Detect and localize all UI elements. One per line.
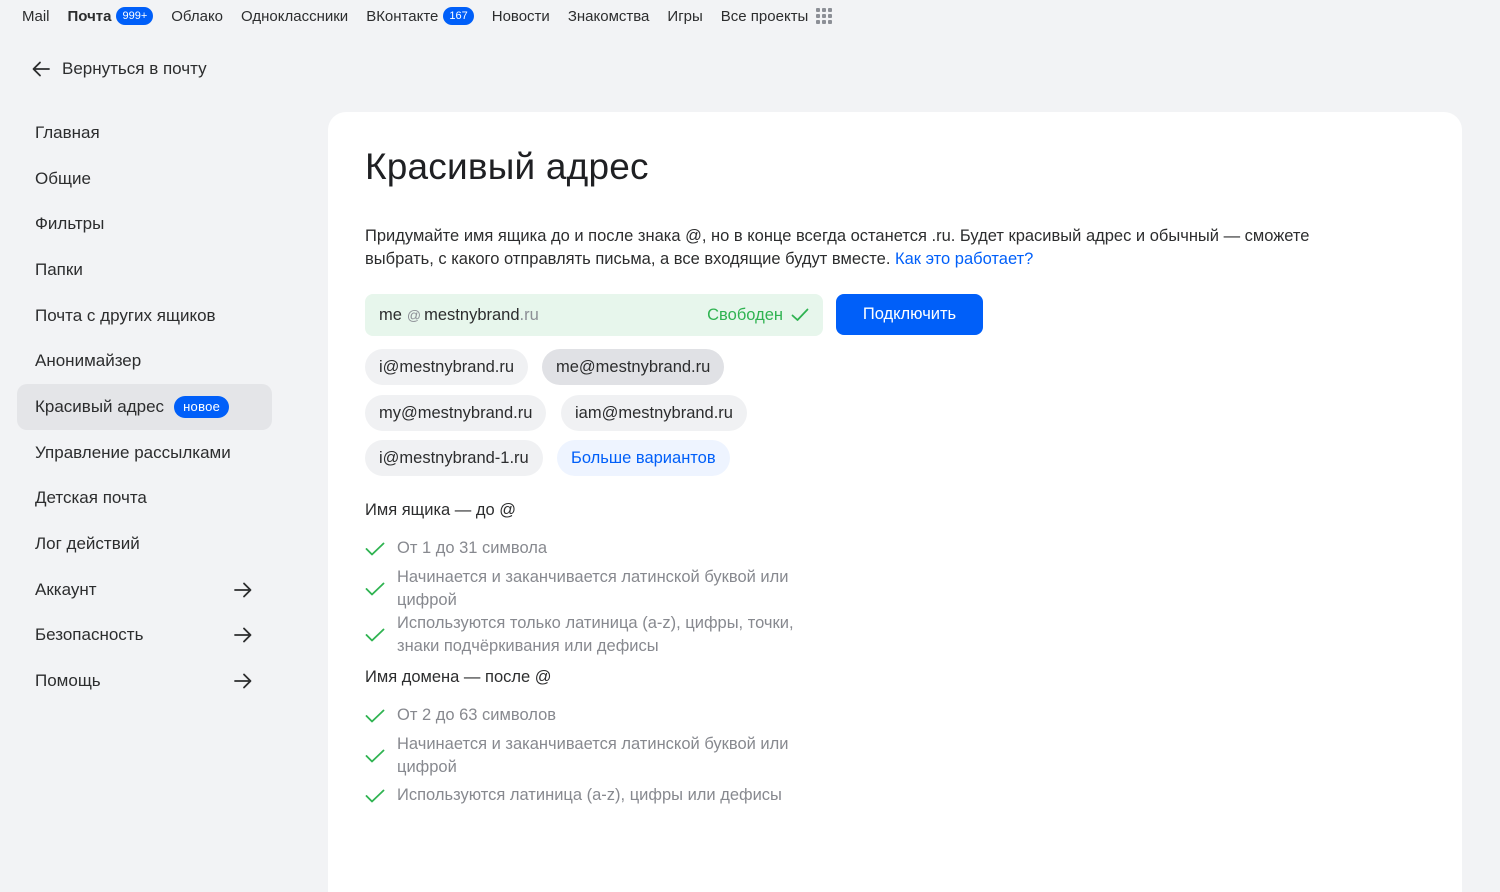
sidebar-item-label: Почта с других ящиков: [35, 305, 216, 325]
sidebar-item-label: Управление рассылками: [35, 442, 231, 462]
more-options-button[interactable]: Больше вариантов: [557, 440, 730, 476]
rule-item: От 1 до 31 символа: [365, 537, 835, 560]
sidebar-item-other-mailboxes[interactable]: Почта с других ящиков: [17, 293, 272, 339]
at-sign: @: [406, 307, 422, 323]
rule-text: Используются латиница (a-z), цифры или д…: [397, 786, 782, 804]
check-icon: [365, 709, 387, 723]
domain-rules-title: Имя домена — после @: [365, 668, 552, 686]
check-icon: [365, 582, 387, 596]
suggestion-chip[interactable]: iam@mestnybrand.ru: [561, 395, 747, 431]
sidebar-item-folders[interactable]: Папки: [17, 247, 272, 293]
sidebar-item-label: Аккаунт: [35, 579, 97, 599]
arrow-left-icon: [32, 61, 50, 77]
mailbox-rules-title: Имя ящика — до @: [365, 501, 517, 519]
check-icon: [365, 542, 387, 556]
check-icon: [365, 628, 387, 642]
sidebar-item-help[interactable]: Помощь: [17, 658, 272, 704]
sidebar-item-beautiful-address[interactable]: Красивый адрес новое: [17, 384, 272, 430]
portal-item-label: ВКонтакте: [366, 7, 439, 25]
portal-mail-logo[interactable]: Mail: [22, 8, 50, 25]
sidebar-item-label: Красивый адрес: [35, 396, 165, 416]
arrow-right-icon: [234, 582, 252, 598]
sidebar-item-subscriptions[interactable]: Управление рассылками: [17, 430, 272, 476]
vk-count-badge: 167: [443, 7, 474, 25]
suggestion-chip[interactable]: my@mestnybrand.ru: [365, 395, 547, 431]
domain-name-value[interactable]: mestnybrand: [424, 306, 519, 325]
portal-item-label: Одноклассники: [241, 7, 349, 25]
sidebar-item-filters[interactable]: Фильтры: [17, 201, 272, 247]
back-to-mail-link[interactable]: Вернуться в почту: [32, 56, 207, 82]
portal-item-label: Все проекты: [720, 7, 809, 25]
portal-item-label: Новости: [491, 7, 550, 25]
suggestion-chip-selected[interactable]: me@mestnybrand.ru: [542, 349, 725, 385]
suggestion-chip[interactable]: i@mestnybrand.ru: [365, 349, 529, 385]
portal-item-label: Знакомства: [567, 7, 650, 25]
rule-item: Начинается и заканчивается латинской бук…: [365, 733, 835, 779]
settings-sidebar: Главная Общие Фильтры Папки Почта с друг…: [17, 110, 272, 704]
sidebar-item-activity-log[interactable]: Лог действий: [17, 521, 272, 567]
rule-text: Используются только латиница (a-z), цифр…: [397, 614, 794, 655]
page-title: Красивый адрес: [365, 146, 649, 187]
sidebar-item-kids-mail[interactable]: Детская почта: [17, 476, 272, 522]
portal-item-games[interactable]: Игры: [667, 8, 702, 25]
back-link-label: Вернуться в почту: [62, 59, 207, 78]
portal-item-label: Почта: [67, 7, 112, 25]
sidebar-item-account[interactable]: Аккаунт: [17, 567, 272, 613]
sidebar-item-label: Детская почта: [35, 488, 147, 508]
sidebar-item-label: Помощь: [35, 671, 101, 691]
sidebar-item-label: Общие: [35, 168, 91, 188]
check-icon: [791, 308, 809, 321]
portal-item-label: Игры: [667, 7, 703, 25]
arrow-right-icon: [234, 673, 252, 689]
connect-button[interactable]: Подключить: [836, 294, 983, 335]
portal-item-vk[interactable]: ВКонтакте 167: [366, 7, 474, 25]
check-icon: [365, 749, 387, 763]
unread-count-badge: 999+: [116, 7, 154, 25]
rule-item: Начинается и заканчивается латинской бук…: [365, 566, 835, 612]
domain-tld: .ru: [519, 305, 539, 324]
portal-nav: Mail Почта 999+ Облако Одноклассники ВКо…: [0, 0, 1500, 32]
portal-item-all-projects[interactable]: Все проекты: [721, 8, 833, 25]
description-text: Придумайте имя ящика до и после знака @,…: [365, 227, 1310, 268]
portal-item-ok[interactable]: Одноклассники: [241, 8, 348, 25]
portal-item-news[interactable]: Новости: [492, 8, 550, 25]
rule-item: От 2 до 63 символов: [365, 704, 835, 727]
settings-card: Красивый адрес Придумайте имя ящика до и…: [328, 112, 1462, 892]
rule-text: Начинается и заканчивается латинской бук…: [397, 568, 789, 609]
sidebar-item-general[interactable]: Общие: [17, 156, 272, 202]
portal-item-pochta[interactable]: Почта 999+: [68, 7, 154, 25]
availability-status-label: Свободен: [707, 305, 783, 324]
portal-item-oblako[interactable]: Облако: [171, 8, 223, 25]
how-it-works-link[interactable]: Как это работает?: [895, 250, 1033, 268]
sidebar-item-anonymizer[interactable]: Анонимайзер: [17, 338, 272, 384]
sidebar-item-label: Главная: [35, 122, 100, 142]
sidebar-item-label: Папки: [35, 259, 83, 279]
new-badge: новое: [174, 395, 230, 418]
portal-item-label: Mail: [22, 7, 50, 25]
check-icon: [365, 789, 387, 803]
rule-item: Используются латиница (a-z), цифры или д…: [365, 784, 835, 807]
description: Придумайте имя ящика до и после знака @,…: [365, 225, 1325, 271]
rule-text: От 2 до 63 символов: [397, 706, 557, 724]
apps-grid-icon: [816, 8, 833, 24]
sidebar-item-label: Лог действий: [35, 534, 140, 554]
sidebar-item-main[interactable]: Главная: [17, 110, 272, 156]
rule-text: От 1 до 31 символа: [397, 539, 548, 557]
address-input-field[interactable]: me @ mestnybrand .ru Свободен: [365, 294, 823, 336]
portal-item-dating[interactable]: Знакомства: [568, 8, 650, 25]
arrow-right-icon: [234, 628, 252, 643]
rule-text: Начинается и заканчивается латинской бук…: [397, 735, 789, 776]
sidebar-item-security[interactable]: Безопасность: [17, 613, 272, 659]
availability-status: Свободен: [707, 306, 809, 325]
sidebar-item-label: Анонимайзер: [35, 351, 142, 371]
sidebar-item-label: Безопасность: [35, 625, 144, 645]
rule-item: Используются только латиница (a-z), цифр…: [365, 612, 835, 658]
sidebar-item-label: Фильтры: [35, 214, 105, 234]
mailbox-name-value[interactable]: me: [379, 306, 402, 325]
suggestion-chip[interactable]: i@mestnybrand-1.ru: [365, 440, 543, 476]
portal-item-label: Облако: [171, 7, 224, 25]
